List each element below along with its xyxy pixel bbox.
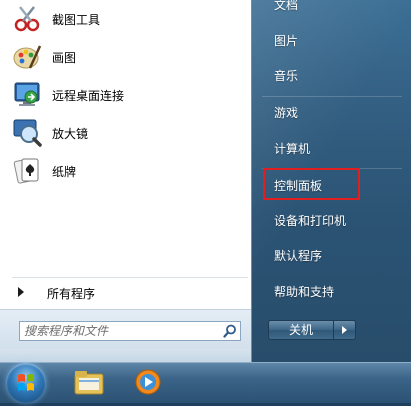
program-solitaire[interactable]: 纸牌: [8, 154, 244, 188]
search-input[interactable]: [24, 322, 214, 340]
program-remote-desktop[interactable]: 远程桌面连接: [8, 78, 244, 112]
menu-separator: [262, 96, 402, 97]
menu-computer[interactable]: 计算机: [274, 140, 310, 157]
remote-desktop-icon: [14, 82, 40, 106]
snipping-tool-icon: [14, 6, 40, 32]
arrow-right-icon: [18, 287, 24, 297]
program-label: 画图: [52, 51, 77, 65]
shutdown-button[interactable]: 关机: [268, 320, 334, 340]
program-snipping-tool[interactable]: 截图工具: [8, 2, 244, 36]
menu-music[interactable]: 音乐: [274, 67, 298, 84]
file-explorer-icon[interactable]: [72, 366, 106, 398]
program-paint[interactable]: 画图: [8, 40, 244, 74]
magnifier-icon: [13, 119, 42, 147]
menu-games[interactable]: 游戏: [274, 104, 298, 121]
program-label: 截图工具: [52, 13, 101, 27]
search-box[interactable]: [19, 321, 241, 341]
program-magnifier[interactable]: 放大镜: [8, 116, 244, 150]
shutdown-options-button[interactable]: [334, 320, 356, 340]
highlight-box: [263, 168, 360, 200]
media-player-icon[interactable]: [131, 366, 165, 398]
search-strip: [0, 349, 252, 362]
all-programs-label: 所有程序: [47, 287, 96, 301]
solitaire-icon: [13, 158, 39, 184]
menu-pictures[interactable]: 图片: [274, 32, 298, 49]
menu-default-programs[interactable]: 默认程序: [274, 247, 322, 264]
menu-documents[interactable]: 文档: [274, 0, 298, 13]
all-programs-button[interactable]: 所有程序: [10, 281, 246, 303]
taskbar: [0, 362, 411, 403]
search-area: [0, 309, 252, 350]
start-orb[interactable]: [6, 363, 46, 403]
paint-icon: [13, 45, 42, 69]
search-icon[interactable]: [223, 324, 237, 338]
program-label: 纸牌: [52, 165, 77, 179]
menu-help-support[interactable]: 帮助和支持: [274, 283, 334, 300]
start-menu-left-pane: 截图工具 画图 远程桌面连接 放大镜 纸牌 所有程序 搜索程序和文件: [0, 0, 252, 350]
program-label: 远程桌面连接: [52, 89, 125, 103]
divider: [12, 277, 248, 278]
program-label: 放大镜: [52, 127, 89, 141]
windows-logo-icon: [18, 374, 34, 391]
menu-devices-printers[interactable]: 设备和打印机: [274, 212, 346, 229]
